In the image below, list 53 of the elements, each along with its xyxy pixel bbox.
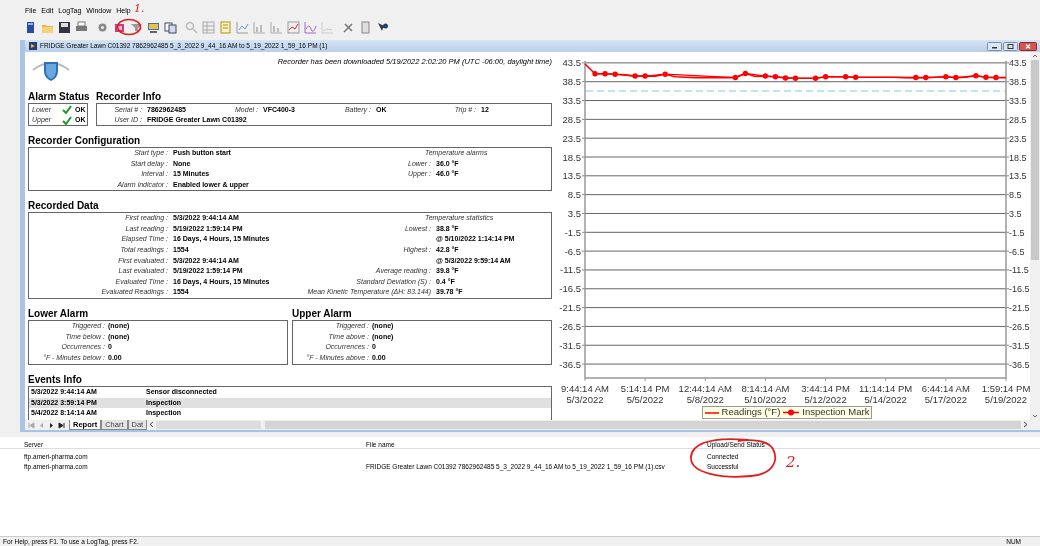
axis-tick-label: -1.5 <box>1009 227 1025 238</box>
section-heading: Recorder Configuration <box>28 134 142 147</box>
axis-tick-label: -11.5 <box>1009 265 1029 276</box>
axis-tick-label: 43.5 <box>1009 58 1027 69</box>
axis-tick-label: 8.5 <box>567 189 581 201</box>
legend-label: Readings (°F) <box>721 405 781 420</box>
axis-tick-label: 18.5 <box>562 151 581 163</box>
axis-tick-label: -26.5 <box>1009 321 1030 332</box>
axis-tick-label: -36.5 <box>1009 359 1030 370</box>
axis-tick-label: -31.5 <box>559 339 581 351</box>
axis-tick-label: -6.5 <box>564 245 581 257</box>
markup-label: 2. <box>786 452 801 473</box>
section-heading: Recorder Info <box>96 90 162 103</box>
axis-tick-label: 18.5 <box>1009 152 1027 163</box>
axis-tick-label: 3.5 <box>1009 209 1022 219</box>
axis-tick-label: 12:44:14 AM 5/8/2022 <box>678 383 732 405</box>
axis-tick-label: 38.5 <box>1009 77 1027 88</box>
axis-tick-label: -21.5 <box>559 302 581 314</box>
axis-tick-label: -21.5 <box>1009 303 1030 314</box>
axis-tick-label: 5:14:14 PM 5/5/2022 <box>620 383 670 405</box>
axis-tick-label: -11.5 <box>560 264 581 276</box>
axis-tick-label: 23.5 <box>1009 133 1027 144</box>
axis-tick-label: 33.5 <box>1009 96 1027 107</box>
legend-label: Inspection Mark <box>802 405 870 420</box>
axis-tick-label: 13.5 <box>1009 171 1027 182</box>
axis-tick-label: 8:14:14 AM 5/10/2022 <box>741 383 790 405</box>
axis-tick-label: 33.5 <box>562 95 581 107</box>
section-heading: Upper Alarm <box>292 307 353 320</box>
axis-tick-label: -36.5 <box>559 358 581 370</box>
markup-label: 1. <box>134 1 145 17</box>
axis-tick-label: 1:59:14 PM 5/19/2022 <box>981 383 1031 405</box>
section-heading: Lower Alarm <box>28 307 90 320</box>
axis-tick-label: -16.5 <box>1009 284 1030 295</box>
section-heading: Recorded Data <box>28 199 100 212</box>
section-heading: Alarm Status <box>28 90 88 103</box>
axis-tick-label: 23.5 <box>562 132 581 144</box>
section-heading: Events Info <box>28 373 83 386</box>
axis-tick-label: 43.5 <box>562 57 581 69</box>
axis-tick-label: 8.5 <box>1009 190 1022 201</box>
axis-tick-label: 6:44:14 AM 5/17/2022 <box>921 383 970 405</box>
axis-tick-label: -16.5 <box>559 283 581 295</box>
axis-tick-label: 3:44:14 PM 5/12/2022 <box>801 383 850 405</box>
axis-tick-label: 28.5 <box>562 113 581 125</box>
axis-tick-label: 3.5 <box>567 208 581 219</box>
axis-tick-label: 28.5 <box>1009 114 1027 125</box>
axis-tick-label: -26.5 <box>559 320 581 332</box>
axis-tick-label: 13.5 <box>562 170 581 182</box>
axis-tick-label: 11:14:14 PM 5/14/2022 <box>859 383 913 405</box>
axis-tick-label: -31.5 <box>1009 340 1030 351</box>
axis-tick-label: 9:44:14 AM 5/3/2022 <box>560 383 610 405</box>
axis-tick-label: -1.5 <box>564 226 581 238</box>
axis-tick-label: -6.5 <box>1009 246 1025 257</box>
axis-tick-label: 38.5 <box>562 76 581 88</box>
